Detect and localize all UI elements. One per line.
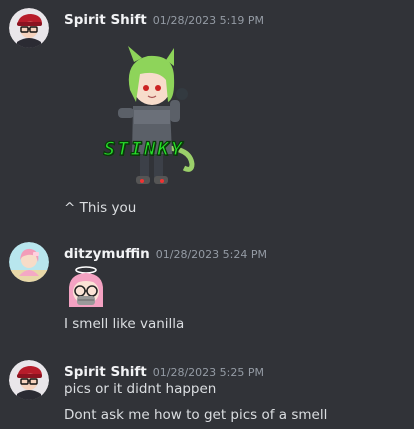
timestamp[interactable]: 01/28/2023 5:19 PM bbox=[153, 14, 264, 27]
custom-emoji[interactable] bbox=[64, 265, 108, 309]
message-text: pics or it didnt happen bbox=[64, 381, 217, 397]
avatar-image bbox=[9, 242, 49, 282]
username[interactable]: Spirit Shift bbox=[64, 364, 147, 380]
chat-message-list: Spirit Shift 01/28/2023 5:19 PM STINKY ^… bbox=[0, 0, 414, 429]
user-avatar[interactable] bbox=[9, 8, 49, 48]
message-text: ^ This you bbox=[64, 200, 137, 216]
user-avatar[interactable] bbox=[9, 360, 49, 400]
avatar-image bbox=[9, 360, 49, 400]
user-avatar[interactable] bbox=[9, 242, 49, 282]
timestamp[interactable]: 01/28/2023 5:24 PM bbox=[156, 248, 267, 261]
message-text: Dont ask me how to get pics of a smell bbox=[64, 407, 328, 423]
message-header: Spirit Shift 01/28/2023 5:19 PM bbox=[64, 9, 264, 29]
avatar-image bbox=[9, 8, 49, 48]
message-header: ditzymuffin 01/28/2023 5:24 PM bbox=[64, 243, 267, 263]
timestamp[interactable]: 01/28/2023 5:25 PM bbox=[153, 366, 264, 379]
sticker-character-art bbox=[118, 46, 195, 184]
username[interactable]: ditzymuffin bbox=[64, 246, 150, 262]
message-header: Spirit Shift 01/28/2023 5:25 PM bbox=[64, 361, 264, 381]
sticker-image[interactable]: STINKY bbox=[78, 44, 206, 192]
username[interactable]: Spirit Shift bbox=[64, 12, 147, 28]
emoji-face-art bbox=[68, 266, 104, 307]
sticker-text: STINKY bbox=[103, 137, 185, 160]
message-text: I smell like vanilla bbox=[64, 316, 185, 332]
